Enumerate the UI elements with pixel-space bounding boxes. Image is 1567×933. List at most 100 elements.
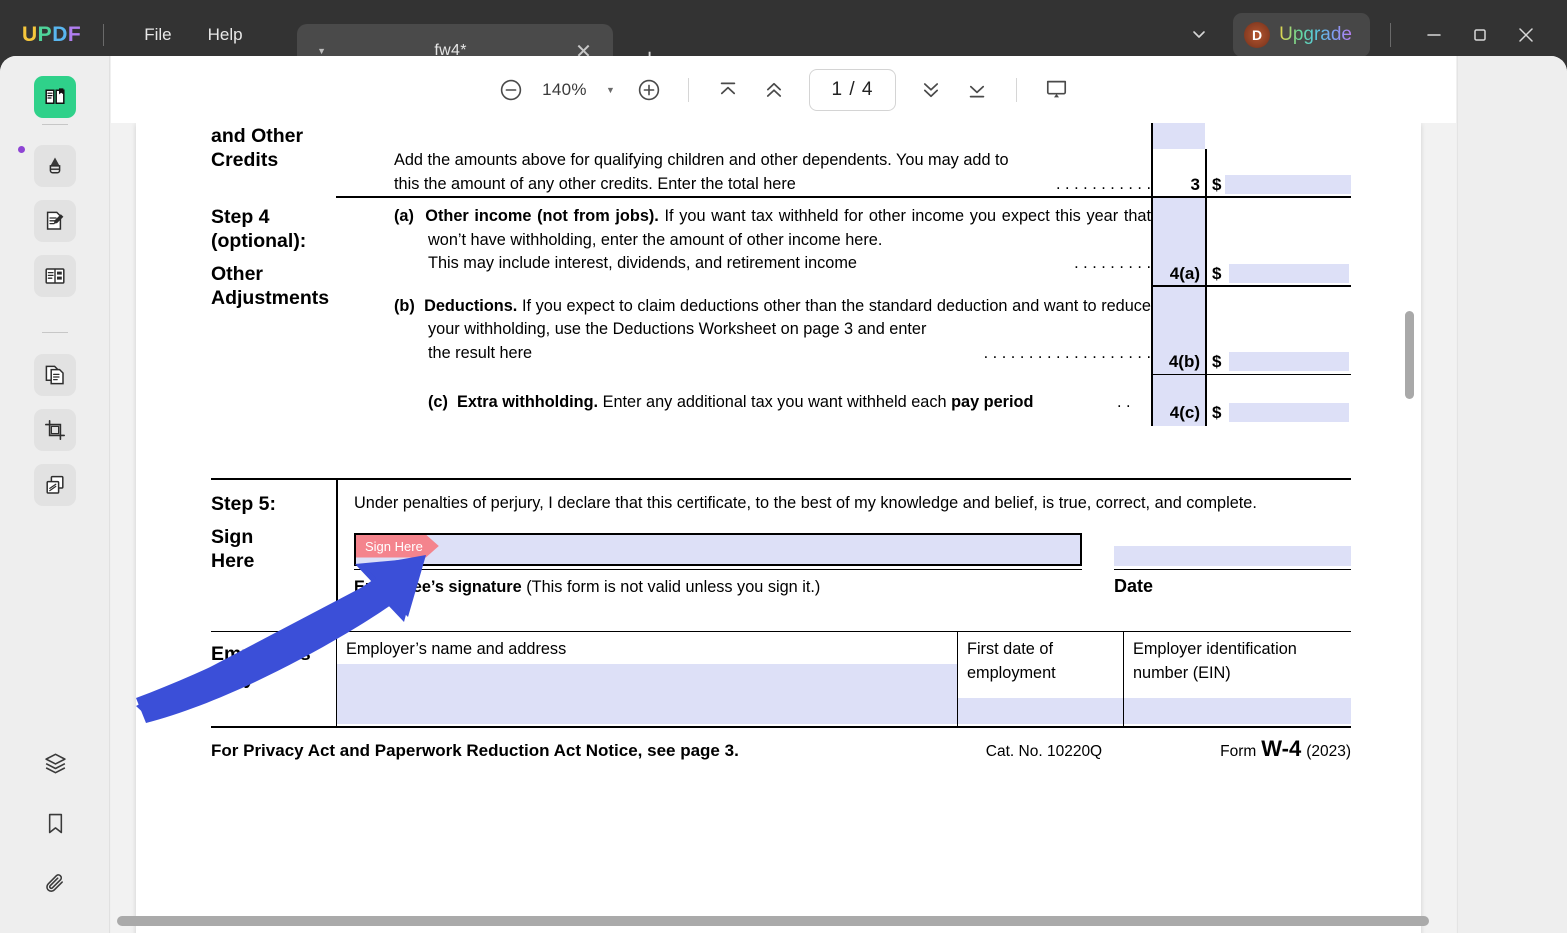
horizontal-scrollbar-thumb[interactable] [117,916,1429,926]
step4-text-block: (a) Other income (not from jobs). If you… [336,198,1151,426]
pdf-page[interactable]: and Other Credits Add the amounts above … [136,123,1421,933]
right-toolbar-rail: OCR [1457,56,1567,933]
toolbar-divider-2 [1016,78,1017,102]
date-label: Date [1114,576,1351,600]
signature-form-field[interactable]: Sign Here [354,533,1082,566]
date-field-wrap [1114,546,1351,566]
vertical-scrollbar-track[interactable] [1406,133,1418,923]
step4b-text: (b) Deductions. If you expect to claim d… [394,295,1151,342]
first-date-cell: First date of employment [957,632,1123,726]
form-field-line4b[interactable] [1229,352,1349,371]
signature-caption: Employee’s signature (This form is not v… [354,576,1082,600]
minimize-icon[interactable] [1411,13,1457,57]
signature-field-wrap: Sign Here [354,533,1082,566]
document-canvas[interactable]: and Other Credits Add the amounts above … [111,123,1456,933]
perjury-statement: Under penalties of perjury, I declare th… [354,492,1351,516]
window-controls-divider [1390,23,1391,47]
logo-letter-f: F [68,23,81,47]
sidebar-item-attachments-panel[interactable] [34,862,76,904]
next-page-icon[interactable] [908,67,954,113]
chevron-down-icon[interactable]: ▼ [311,46,333,56]
form-field-ein[interactable] [1124,698,1351,724]
date-form-field[interactable] [1114,546,1351,566]
leader-dots: . . . . . . . . . [1108,252,1151,276]
sidebar-item-crop-tool[interactable] [34,409,76,451]
zoom-out-icon[interactable] [488,67,534,113]
leader-dots: . . . . . . . . . . . [1056,173,1151,197]
title-divider [103,24,104,46]
form-footer: For Privacy Act and Paperwork Reduction … [211,728,1351,762]
partial-heading: and Other [211,124,336,147]
step4c-text: (c) Extra withholding. Enter any additio… [394,391,1151,415]
edit-document-icon [43,209,67,233]
close-icon[interactable] [1503,13,1549,57]
compare-documents-icon [43,473,67,497]
ein-cell: Employer identification number (EIN) [1123,632,1351,726]
updf-logo: U P D F [22,23,81,47]
page-indicator-input[interactable]: 1 / 4 [809,69,897,111]
employer-name-label: Employer’s name and address [346,638,957,662]
catalog-number: Cat. No. 10220Q [986,743,1102,761]
updf-application-window: U P D F File Help ▼ fw4* ✕ + D Upgrade [0,0,1567,933]
sidebar-item-compare-tool[interactable] [34,464,76,506]
toolbar-divider-1 [688,78,689,102]
credits-label-block: and Other Credits [211,123,336,196]
privacy-notice: For Privacy Act and Paperwork Reduction … [211,741,739,761]
zoom-level-value[interactable]: 140% [534,80,596,100]
sidebar-item-highlight-tool[interactable] [34,145,76,187]
maximize-icon[interactable] [1457,13,1503,57]
upgrade-label: Upgrade [1279,24,1352,46]
sidebar-item-form-tool[interactable] [34,255,76,297]
form-field-line4a[interactable] [1229,264,1349,283]
line-number-4c: 4(c) [1153,403,1205,423]
step4a-text: (a) Other income (not from jobs). If you… [394,205,1151,252]
line3-shade [1153,123,1205,149]
first-page-icon[interactable] [705,67,751,113]
employer-name-cell: Employer’s name and address [336,632,957,726]
employers-block: Employers Only Employer’s name and addre… [211,632,1351,726]
page-organize-icon [43,363,67,387]
sidebar-item-layers-panel[interactable] [34,742,76,784]
sign-here-tag[interactable]: Sign Here [356,535,439,558]
layers-icon [43,751,68,776]
upgrade-button[interactable]: D Upgrade [1233,13,1370,57]
sidebar-item-organize-pages-tool[interactable] [34,354,76,396]
vertical-scrollbar-thumb[interactable] [1405,311,1414,399]
zoom-in-icon[interactable] [626,67,672,113]
step4-label-block: Step 4 (optional): Other Adjustments [211,198,336,426]
presentation-mode-icon[interactable] [1033,67,1079,113]
first-date-label: First date of employment [967,638,1123,685]
form-field-employer-name[interactable] [337,664,957,724]
marker-highlighter-icon [43,154,67,178]
left-toolbar-rail [0,56,110,933]
ein-label: Employer identification number (EIN) [1133,638,1351,685]
chevron-down-icon[interactable]: ▼ [596,85,626,95]
sidebar-item-edit-tool[interactable] [34,200,76,242]
line-number-4a: 4(a) [1153,264,1205,284]
paperclip-icon [43,871,68,896]
step4-amount-column: 4(a) $ 4(b) $ [1151,198,1351,426]
menu-help[interactable]: Help [190,17,261,53]
diamond-badge-icon: D [1244,22,1270,48]
form-field-line3[interactable] [1225,175,1351,194]
form-field-first-date[interactable] [958,698,1123,724]
line-number-3: 3 [1153,175,1205,196]
step5-label-block: Step 5: Sign Here [211,480,336,618]
last-page-icon[interactable] [954,67,1000,113]
line3-amount-cell: 3 $ [1151,123,1351,196]
sidebar-item-reader-tool[interactable] [34,76,76,118]
step4-block: Step 4 (optional): Other Adjustments (a)… [211,198,1351,426]
w4-form-content: and Other Credits Add the amounts above … [211,123,1351,762]
logo-letter-u: U [22,23,38,47]
menu-file[interactable]: File [126,17,189,53]
application-body: OCR [0,56,1567,933]
step5-content: Under penalties of perjury, I declare th… [336,480,1351,618]
chevron-down-icon[interactable] [1177,24,1221,47]
rail-divider-2 [42,332,68,333]
form-field-line4c[interactable] [1229,403,1349,422]
step5-block: Step 5: Sign Here Under penalties of per… [211,480,1351,618]
form-fields-icon [43,264,67,288]
sidebar-item-bookmarks-panel[interactable] [34,802,76,844]
previous-page-icon[interactable] [751,67,797,113]
horizontal-scrollbar-track[interactable] [111,914,1456,928]
